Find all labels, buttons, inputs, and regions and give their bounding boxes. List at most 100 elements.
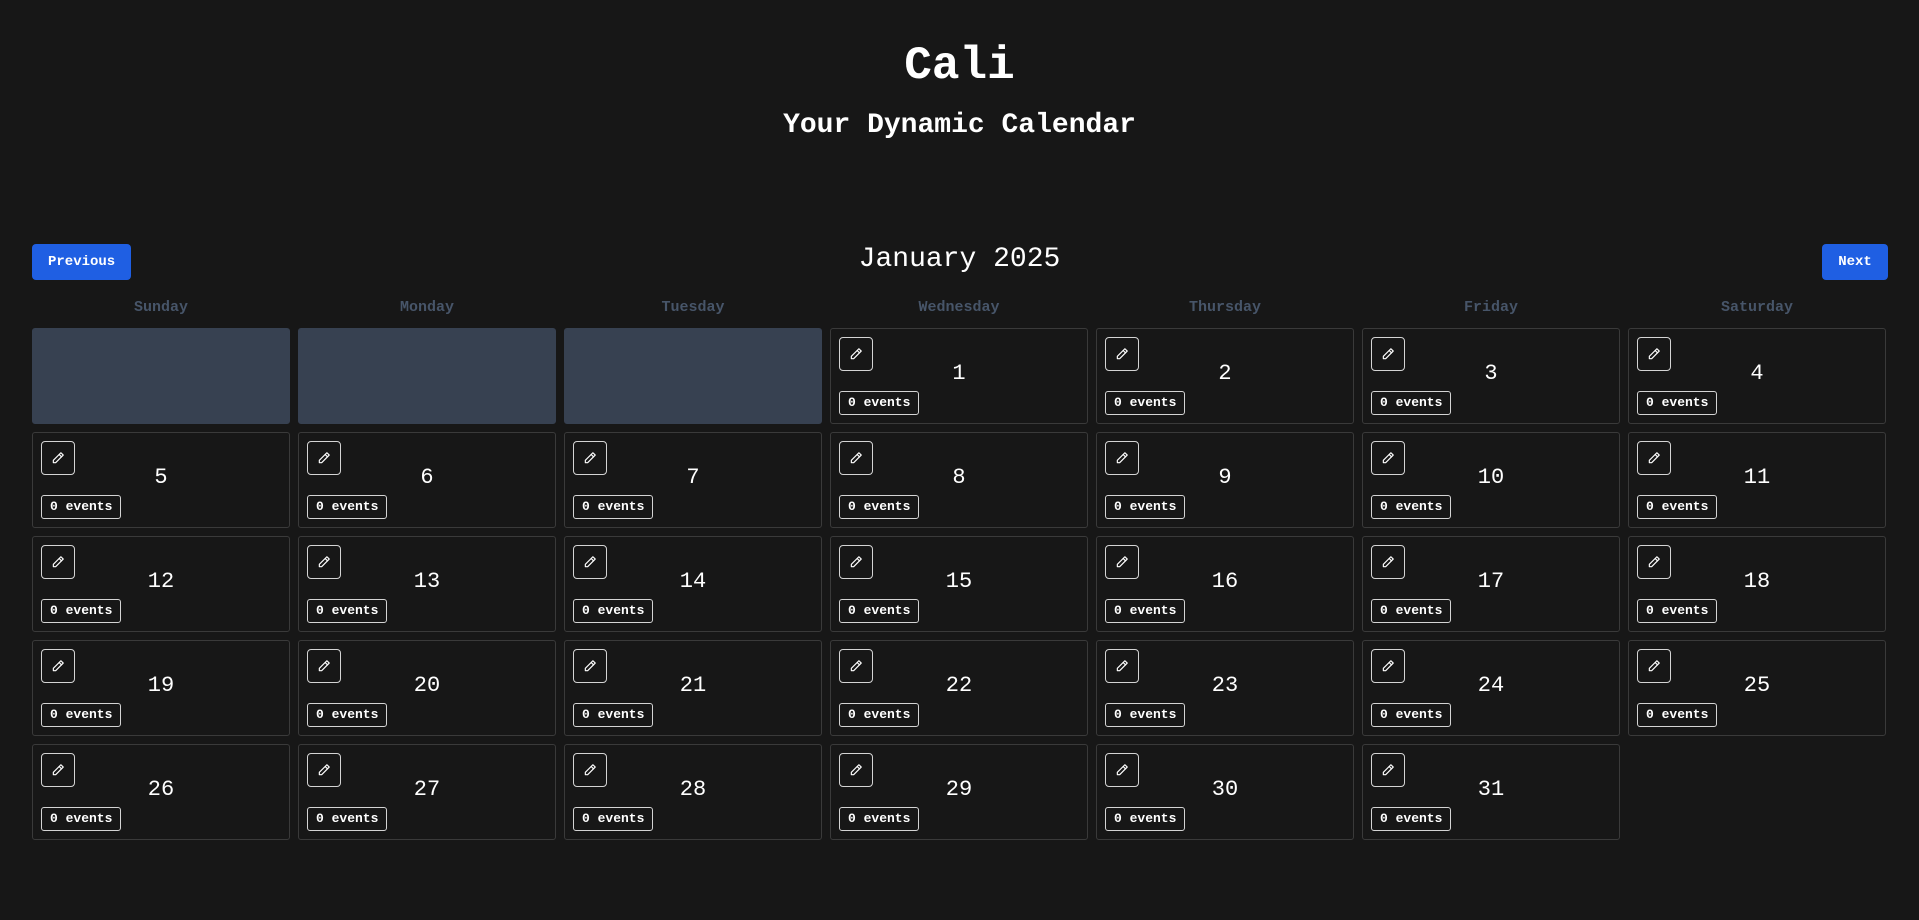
day-cell[interactable]: 6 0 events: [298, 432, 556, 528]
day-cell[interactable]: 29 0 events: [830, 744, 1088, 840]
day-cell[interactable]: 7 0 events: [564, 432, 822, 528]
pencil-icon: [1381, 555, 1395, 569]
day-number: 24: [1477, 673, 1505, 698]
pencil-icon: [1647, 659, 1661, 673]
weekday-header-row: Sunday Monday Tuesday Wednesday Thursday Frid…: [32, 298, 1888, 318]
weekday-label: Tuesday: [661, 299, 725, 316]
day-cell[interactable]: 15 0 events: [830, 536, 1088, 632]
events-count-badge[interactable]: 0 events: [1371, 599, 1452, 623]
events-count-badge[interactable]: 0 events: [573, 807, 654, 831]
day-cell[interactable]: 1 0 events: [830, 328, 1088, 424]
events-count-badge[interactable]: 0 events: [1371, 807, 1452, 831]
pencil-icon: [583, 659, 597, 673]
events-count-badge[interactable]: 0 events: [1637, 391, 1718, 415]
events-count-badge[interactable]: 0 events: [41, 703, 122, 727]
day-number: 15: [945, 569, 973, 594]
day-number: 20: [413, 673, 441, 698]
day-cell[interactable]: 16 0 events: [1096, 536, 1354, 632]
day-cell[interactable]: 31 0 events: [1362, 744, 1620, 840]
day-cell[interactable]: 4 0 events: [1628, 328, 1886, 424]
day-cell[interactable]: 11 0 events: [1628, 432, 1886, 528]
events-count-badge[interactable]: 0 events: [1105, 495, 1186, 519]
next-month-button[interactable]: Next: [1822, 244, 1888, 280]
day-number: 23: [1211, 673, 1239, 698]
day-number: 22: [945, 673, 973, 698]
day-cell[interactable]: 12 0 events: [32, 536, 290, 632]
day-number: 10: [1477, 465, 1505, 490]
pencil-icon: [1115, 347, 1129, 361]
day-cell[interactable]: 25 0 events: [1628, 640, 1886, 736]
blank-day-cell: [564, 328, 822, 424]
day-cell[interactable]: 18 0 events: [1628, 536, 1886, 632]
events-count-badge[interactable]: 0 events: [1371, 703, 1452, 727]
events-count-badge[interactable]: 0 events: [1371, 495, 1452, 519]
day-cell[interactable]: 5 0 events: [32, 432, 290, 528]
pencil-icon: [849, 451, 863, 465]
events-count-badge[interactable]: 0 events: [573, 495, 654, 519]
day-cell[interactable]: 19 0 events: [32, 640, 290, 736]
weekday-label: Wednesday: [918, 299, 1000, 316]
events-count-badge[interactable]: 0 events: [1105, 599, 1186, 623]
pencil-icon: [1115, 555, 1129, 569]
previous-month-button[interactable]: Previous: [32, 244, 131, 280]
events-count-badge[interactable]: 0 events: [1637, 599, 1718, 623]
day-cell[interactable]: 3 0 events: [1362, 328, 1620, 424]
events-count-badge[interactable]: 0 events: [1637, 495, 1718, 519]
day-cell[interactable]: 13 0 events: [298, 536, 556, 632]
events-count-badge[interactable]: 0 events: [41, 807, 122, 831]
events-count-badge[interactable]: 0 events: [839, 599, 920, 623]
day-number: 27: [413, 777, 441, 802]
pencil-icon: [849, 763, 863, 777]
day-cell[interactable]: 14 0 events: [564, 536, 822, 632]
day-cell[interactable]: 27 0 events: [298, 744, 556, 840]
events-count-badge[interactable]: 0 events: [1105, 703, 1186, 727]
day-number: 26: [147, 777, 175, 802]
day-cell[interactable]: 17 0 events: [1362, 536, 1620, 632]
day-cell[interactable]: 21 0 events: [564, 640, 822, 736]
pencil-icon: [317, 659, 331, 673]
day-cell[interactable]: 22 0 events: [830, 640, 1088, 736]
day-cell[interactable]: 10 0 events: [1362, 432, 1620, 528]
events-count-badge[interactable]: 0 events: [573, 599, 654, 623]
day-number: 6: [420, 465, 434, 490]
events-count-badge[interactable]: 0 events: [839, 495, 920, 519]
events-count-badge[interactable]: 0 events: [839, 391, 920, 415]
pencil-icon: [849, 347, 863, 361]
day-cell[interactable]: 9 0 events: [1096, 432, 1354, 528]
events-count-badge[interactable]: 0 events: [1105, 807, 1186, 831]
app-title: Cali: [904, 40, 1015, 92]
pencil-icon: [1647, 451, 1661, 465]
day-cell[interactable]: 23 0 events: [1096, 640, 1354, 736]
events-count-badge[interactable]: 0 events: [1637, 703, 1718, 727]
events-count-badge[interactable]: 0 events: [307, 495, 388, 519]
pencil-icon: [583, 555, 597, 569]
day-number: 7: [686, 465, 700, 490]
day-number: 19: [147, 673, 175, 698]
events-count-badge[interactable]: 0 events: [1371, 391, 1452, 415]
day-cell[interactable]: 26 0 events: [32, 744, 290, 840]
events-count-badge[interactable]: 0 events: [307, 703, 388, 727]
day-cell[interactable]: 2 0 events: [1096, 328, 1354, 424]
pencil-icon: [51, 451, 65, 465]
events-count-badge[interactable]: 0 events: [307, 599, 388, 623]
pencil-icon: [1115, 451, 1129, 465]
day-cell[interactable]: 8 0 events: [830, 432, 1088, 528]
day-cell[interactable]: 30 0 events: [1096, 744, 1354, 840]
events-count-badge[interactable]: 0 events: [839, 703, 920, 727]
pencil-icon: [1381, 763, 1395, 777]
day-number: 1: [952, 361, 966, 386]
day-number: 8: [952, 465, 966, 490]
day-cell[interactable]: 20 0 events: [298, 640, 556, 736]
events-count-badge[interactable]: 0 events: [307, 807, 388, 831]
events-count-badge[interactable]: 0 events: [573, 703, 654, 727]
day-number: 16: [1211, 569, 1239, 594]
events-count-badge[interactable]: 0 events: [1105, 391, 1186, 415]
events-count-badge[interactable]: 0 events: [839, 807, 920, 831]
pencil-icon: [51, 555, 65, 569]
events-count-badge[interactable]: 0 events: [41, 495, 122, 519]
day-cell[interactable]: 24 0 events: [1362, 640, 1620, 736]
day-cell[interactable]: 28 0 events: [564, 744, 822, 840]
day-number: 2: [1218, 361, 1232, 386]
events-count-badge[interactable]: 0 events: [41, 599, 122, 623]
pencil-icon: [583, 451, 597, 465]
